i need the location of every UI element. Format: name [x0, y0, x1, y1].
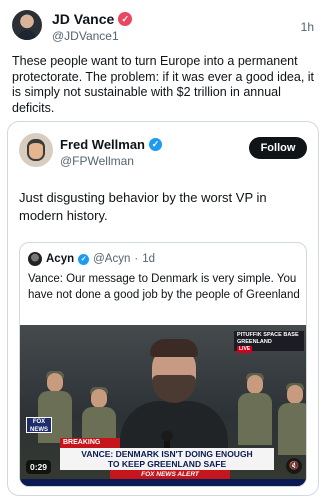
nested-author-handle[interactable]: @Acyn — [93, 253, 130, 265]
soldier-figure — [238, 373, 272, 445]
quoted-author-name-text[interactable]: Fred Wellman — [60, 137, 145, 152]
location-box: PITUFFIK SPACE BASE GREENLAND LIVE — [234, 331, 304, 353]
post-time[interactable]: 1h — [301, 20, 314, 34]
quoted-author-name[interactable]: Fred Wellman ✓ — [60, 137, 163, 152]
nested-author-name[interactable]: Acyn — [46, 253, 74, 265]
location-line2: GREENLAND — [237, 339, 272, 345]
video-timestamp: 0:29 — [26, 460, 52, 474]
post-text: These people want to turn Europe into a … — [12, 54, 315, 115]
author-name[interactable]: JD Vance ✓ — [52, 11, 133, 27]
avatar[interactable] — [12, 10, 42, 40]
nested-avatar[interactable] — [28, 252, 42, 266]
quoted-post-text: Just disgusting behavior by the worst VP… — [19, 190, 267, 223]
quoted-post-card[interactable]: Fred Wellman ✓ @FPWellman Follow Just di… — [7, 121, 319, 496]
location-line1: PITUFFIK SPACE BASE — [237, 332, 299, 338]
soldier-figure — [278, 383, 306, 455]
speaker-muted-icon[interactable]: 🔇 — [286, 458, 302, 474]
author-name-text[interactable]: JD Vance — [52, 11, 114, 27]
headline-chyron: VANCE: DENMARK ISN'T DOING ENOUGH TO KEE… — [60, 448, 274, 470]
nested-quote-header: Acyn ✓ @Acyn · 1d — [28, 252, 155, 266]
verified-badge-icon: ✓ — [149, 138, 163, 151]
nested-quote-text: Vance: Our message to Denmark is very si… — [28, 273, 300, 301]
post-header: JD Vance ✓ @JDVance1 1h — [12, 8, 314, 44]
live-label: LIVE — [237, 346, 253, 353]
fox-news-logo: FOX NEWS — [26, 417, 52, 433]
quoted-avatar[interactable] — [19, 133, 53, 167]
author-handle[interactable]: @JDVance1 — [52, 29, 119, 43]
verified-badge-icon: ✓ — [118, 12, 133, 26]
follow-button[interactable]: Follow — [249, 137, 307, 159]
headline-line1: VANCE: DENMARK ISN'T DOING ENOUGH — [81, 449, 253, 459]
nested-quote-card[interactable]: Acyn ✓ @Acyn · 1d Vance: Our message to … — [19, 242, 307, 487]
headline-line2: TO KEEP GREENLAND SAFE — [107, 459, 227, 469]
breaking-news-label: BREAKING NEWS — [60, 438, 120, 456]
alert-bar: FOX NEWS ALERT — [110, 470, 230, 479]
separator-dot: · — [134, 253, 139, 265]
verified-badge-icon: ✓ — [78, 253, 90, 265]
quoted-author-handle[interactable]: @FPWellman — [60, 154, 134, 168]
nested-time[interactable]: 1d — [142, 253, 155, 265]
video-player[interactable]: PITUFFIK SPACE BASE GREENLAND LIVE FOX N… — [20, 325, 306, 486]
news-ticker — [20, 479, 306, 486]
